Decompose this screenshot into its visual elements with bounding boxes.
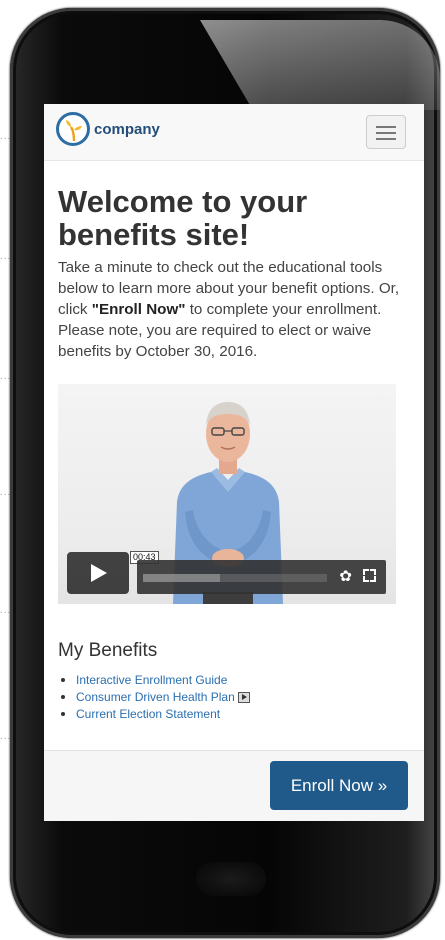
my-benefits-title: My Benefits <box>58 640 158 661</box>
logo-icon <box>56 112 90 146</box>
video-player[interactable]: 00:43 ✿ <box>58 384 396 604</box>
company-logo[interactable]: company <box>56 112 160 146</box>
enroll-now-emphasis: "Enroll Now" <box>91 301 186 318</box>
link-interactive-enrollment-guide[interactable]: Interactive Enrollment Guide <box>61 672 410 689</box>
phone-home-button <box>196 862 266 896</box>
play-button[interactable] <box>67 552 129 594</box>
phone-screen: company Welcome to your benefits site! T… <box>44 104 424 821</box>
video-progress-fill <box>143 574 221 582</box>
logo-text: company <box>94 120 160 138</box>
footer-bar: Enroll Now » <box>44 750 424 821</box>
enroll-now-button[interactable]: Enroll Now » <box>270 761 408 810</box>
video-icon[interactable] <box>237 692 250 703</box>
link-current-election-statement[interactable]: Current Election Statement <box>61 706 410 723</box>
link-consumer-driven-health-plan[interactable]: Consumer Driven Health Plan <box>61 689 410 706</box>
play-icon <box>91 564 107 582</box>
navbar: company <box>44 104 424 161</box>
video-progress-bar[interactable] <box>143 574 327 582</box>
hamburger-menu-icon[interactable] <box>366 115 406 149</box>
video-control-bar: ✿ <box>137 560 386 594</box>
page-title: Welcome to your benefits site! <box>58 184 308 252</box>
intro-text: Take a minute to check out the education… <box>58 259 400 360</box>
benefits-list: Interactive Enrollment Guide Consumer Dr… <box>58 672 410 723</box>
fullscreen-icon[interactable] <box>363 569 376 582</box>
gear-icon[interactable]: ✿ <box>339 569 352 584</box>
